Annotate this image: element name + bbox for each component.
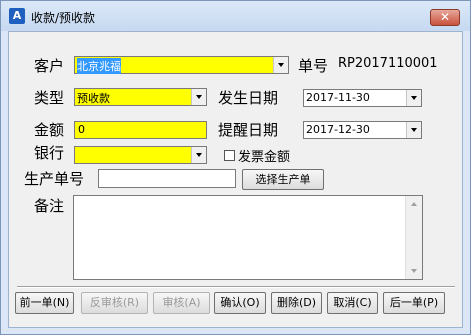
- remind-date-picker[interactable]: 2017-12-30: [303, 121, 422, 139]
- chevron-down-icon[interactable]: [406, 90, 421, 106]
- prev-button[interactable]: 前一单(N): [15, 292, 74, 314]
- invoice-amount-checkbox[interactable]: [224, 150, 235, 161]
- remind-date-label: 提醒日期: [218, 121, 279, 139]
- remark-label: 备注: [34, 197, 65, 215]
- production-no-input[interactable]: [98, 169, 236, 188]
- production-no-label: 生产单号: [24, 170, 85, 188]
- bank-label: 银行: [34, 144, 65, 162]
- app-icon: A: [9, 8, 25, 24]
- amount-label: 金额: [34, 121, 65, 139]
- occur-date-value: 2017-11-30: [306, 91, 370, 104]
- order-no-value: RP2017110001: [338, 56, 438, 71]
- unaudit-button[interactable]: 反审核(R): [81, 292, 148, 314]
- chevron-down-icon[interactable]: [273, 57, 288, 73]
- bank-combo[interactable]: [74, 146, 207, 164]
- title-bar[interactable]: A 收款/预收款 ✕: [1, 1, 470, 31]
- occur-date-label: 发生日期: [218, 89, 279, 107]
- occur-date-picker[interactable]: 2017-11-30: [303, 89, 422, 107]
- remark-scrollbar[interactable]: [405, 196, 422, 279]
- form-panel: 客户 北京兆福 单号 RP2017110001 类型 预收款 发生日期 2017…: [8, 31, 463, 328]
- scroll-down-icon[interactable]: [411, 269, 417, 273]
- order-no-label: 单号: [298, 57, 329, 75]
- select-production-button[interactable]: 选择生产单: [242, 169, 324, 190]
- remark-textarea[interactable]: [73, 195, 423, 280]
- remind-date-value: 2017-12-30: [306, 123, 370, 136]
- close-button[interactable]: ✕: [430, 9, 460, 26]
- button-separator: [17, 286, 455, 288]
- customer-value: 北京兆福: [77, 58, 121, 74]
- cancel-button[interactable]: 取消(C): [327, 292, 378, 314]
- next-button[interactable]: 后一单(P): [383, 292, 445, 314]
- audit-button[interactable]: 审核(A): [153, 292, 210, 314]
- chevron-down-icon[interactable]: [191, 147, 206, 163]
- type-label: 类型: [34, 89, 65, 107]
- chevron-down-icon[interactable]: [406, 122, 421, 138]
- delete-button[interactable]: 删除(D): [271, 292, 322, 314]
- confirm-button[interactable]: 确认(O): [214, 292, 266, 314]
- scroll-up-icon[interactable]: [411, 202, 417, 206]
- invoice-amount-label: 发票金额: [238, 150, 291, 165]
- type-combo[interactable]: 预收款: [74, 88, 207, 106]
- type-value: 预收款: [77, 92, 110, 105]
- chevron-down-icon[interactable]: [191, 89, 206, 105]
- amount-value: 0: [78, 123, 85, 136]
- window-title: 收款/预收款: [31, 11, 96, 25]
- amount-input[interactable]: 0: [74, 121, 207, 139]
- customer-label: 客户: [34, 57, 65, 75]
- customer-combo[interactable]: 北京兆福: [74, 56, 289, 74]
- receipt-window: A 收款/预收款 ✕ 客户 北京兆福 单号 RP2017110001 类型 预收…: [0, 0, 471, 335]
